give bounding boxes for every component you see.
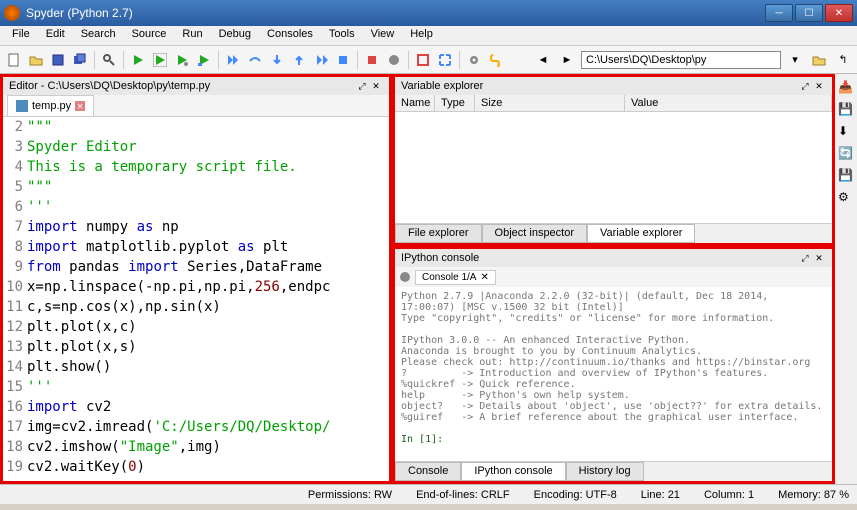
continue-icon[interactable] [311,50,331,70]
save-as-icon[interactable]: ⬇ [838,124,854,140]
varex-header: Name Type Size Value [395,95,832,112]
file-tab[interactable]: temp.py ✕ [7,95,94,116]
varex-undock-icon[interactable]: ⤢ [798,79,812,93]
menu-view[interactable]: View [363,26,403,45]
open-file-icon[interactable] [26,50,46,70]
status-column: Column: 1 [704,489,754,501]
varex-title-label: Variable explorer [401,80,483,92]
menu-run[interactable]: Run [174,26,210,45]
forward-icon[interactable]: ► [557,50,577,70]
minimize-button[interactable]: ─ [765,4,793,22]
tab-variable-explorer[interactable]: Variable explorer [587,224,695,243]
status-eol: End-of-lines: CRLF [416,489,510,501]
new-file-icon[interactable] [4,50,24,70]
console-tab[interactable]: Console 1/A ✕ [415,270,496,285]
menu-search[interactable]: Search [73,26,124,45]
varex-pane-title: Variable explorer ⤢ ✕ [395,77,832,95]
window-title: Spyder (Python 2.7) [26,6,765,20]
menubar: File Edit Search Source Run Debug Consol… [0,26,857,46]
preferences-icon[interactable] [464,50,484,70]
menu-source[interactable]: Source [124,26,175,45]
console-prompt: In [1]: [401,434,443,445]
statusbar: Permissions: RW End-of-lines: CRLF Encod… [0,484,857,504]
varex-toolbar: 📥 💾 ⬇ 🔄 💾 ⚙ [835,74,857,484]
refresh-icon[interactable]: 🔄 [838,146,854,162]
maximize-button[interactable]: ☐ [795,4,823,22]
path-dropdown-icon[interactable]: ▾ [785,50,805,70]
save-data-icon[interactable]: 💾 [838,102,854,118]
menu-file[interactable]: File [4,26,38,45]
console-tab-label: Console 1/A [422,272,476,283]
spyder-icon [4,5,20,21]
menu-consoles[interactable]: Consoles [259,26,321,45]
debug-icon[interactable] [223,50,243,70]
tab-object-inspector[interactable]: Object inspector [482,224,587,243]
maximize-pane-icon[interactable] [413,50,433,70]
back-icon[interactable]: ◄ [533,50,553,70]
step-into-icon[interactable] [267,50,287,70]
run-cell-icon[interactable] [150,50,170,70]
status-permissions: Permissions: RW [308,489,392,501]
save-icon[interactable] [48,50,68,70]
stop-debug-icon[interactable] [333,50,353,70]
col-size[interactable]: Size [475,95,625,111]
find-icon[interactable] [99,50,119,70]
tab-ipython-console[interactable]: IPython console [461,462,565,481]
options-icon[interactable]: ⚙ [838,190,854,206]
menu-edit[interactable]: Edit [38,26,73,45]
path-input[interactable] [581,51,781,69]
tab-file-explorer[interactable]: File explorer [395,224,482,243]
console-tab-close-icon[interactable]: ✕ [480,272,488,283]
status-memory: Memory: 87 % [778,489,849,501]
ipy-pane-title: IPython console ⤢ ✕ [395,249,832,267]
menu-help[interactable]: Help [402,26,441,45]
run-selection-icon[interactable] [194,50,214,70]
console-output[interactable]: Python 2.7.9 |Anaconda 2.2.0 (32-bit)| (… [395,287,832,461]
python-file-icon [16,100,28,112]
col-value[interactable]: Value [625,95,832,111]
python-path-icon[interactable] [486,50,506,70]
editor-pane-title: Editor - C:\Users\DQ\Desktop\py\temp.py … [3,77,389,95]
ipy-undock-icon[interactable]: ⤢ [798,251,812,265]
browse-icon[interactable] [809,50,829,70]
tab-close-icon[interactable]: ✕ [75,101,85,111]
fullscreen-icon[interactable] [435,50,455,70]
stop-icon[interactable] [362,50,382,70]
editor-title-label: Editor - C:\Users\DQ\Desktop\py\temp.py [9,80,210,92]
parent-dir-icon[interactable]: ↰ [833,50,853,70]
console-text: Python 2.7.9 |Anaconda 2.2.0 (32-bit)| (… [401,291,822,423]
status-encoding: Encoding: UTF-8 [534,489,617,501]
step-over-icon[interactable] [245,50,265,70]
ipy-title-label: IPython console [401,252,479,264]
toolbar: ◄ ► ▾ ↰ [0,46,857,74]
run-icon[interactable] [128,50,148,70]
save-icon-2[interactable]: 💾 [838,168,854,184]
editor-undock-icon[interactable]: ⤢ [355,79,369,93]
menu-tools[interactable]: Tools [321,26,363,45]
run-config-icon[interactable] [172,50,192,70]
varex-close-icon[interactable]: ✕ [812,79,826,93]
tab-console[interactable]: Console [395,462,461,481]
window-titlebar: Spyder (Python 2.7) ─ ☐ ✕ [0,0,857,26]
restart-kernel-icon[interactable] [384,50,404,70]
editor-close-icon[interactable]: ✕ [369,79,383,93]
tab-label: temp.py [32,100,71,112]
code-editor[interactable]: 2"""3Spyder Editor4This is a temporary s… [3,117,389,481]
ipy-close-icon[interactable]: ✕ [812,251,826,265]
status-line: Line: 21 [641,489,680,501]
col-name[interactable]: Name [395,95,435,111]
menu-debug[interactable]: Debug [211,26,259,45]
save-all-icon[interactable] [70,50,90,70]
col-type[interactable]: Type [435,95,475,111]
kernel-icon [399,271,411,283]
step-out-icon[interactable] [289,50,309,70]
tab-history-log[interactable]: History log [566,462,644,481]
close-button[interactable]: ✕ [825,4,853,22]
import-data-icon[interactable]: 📥 [838,80,854,96]
